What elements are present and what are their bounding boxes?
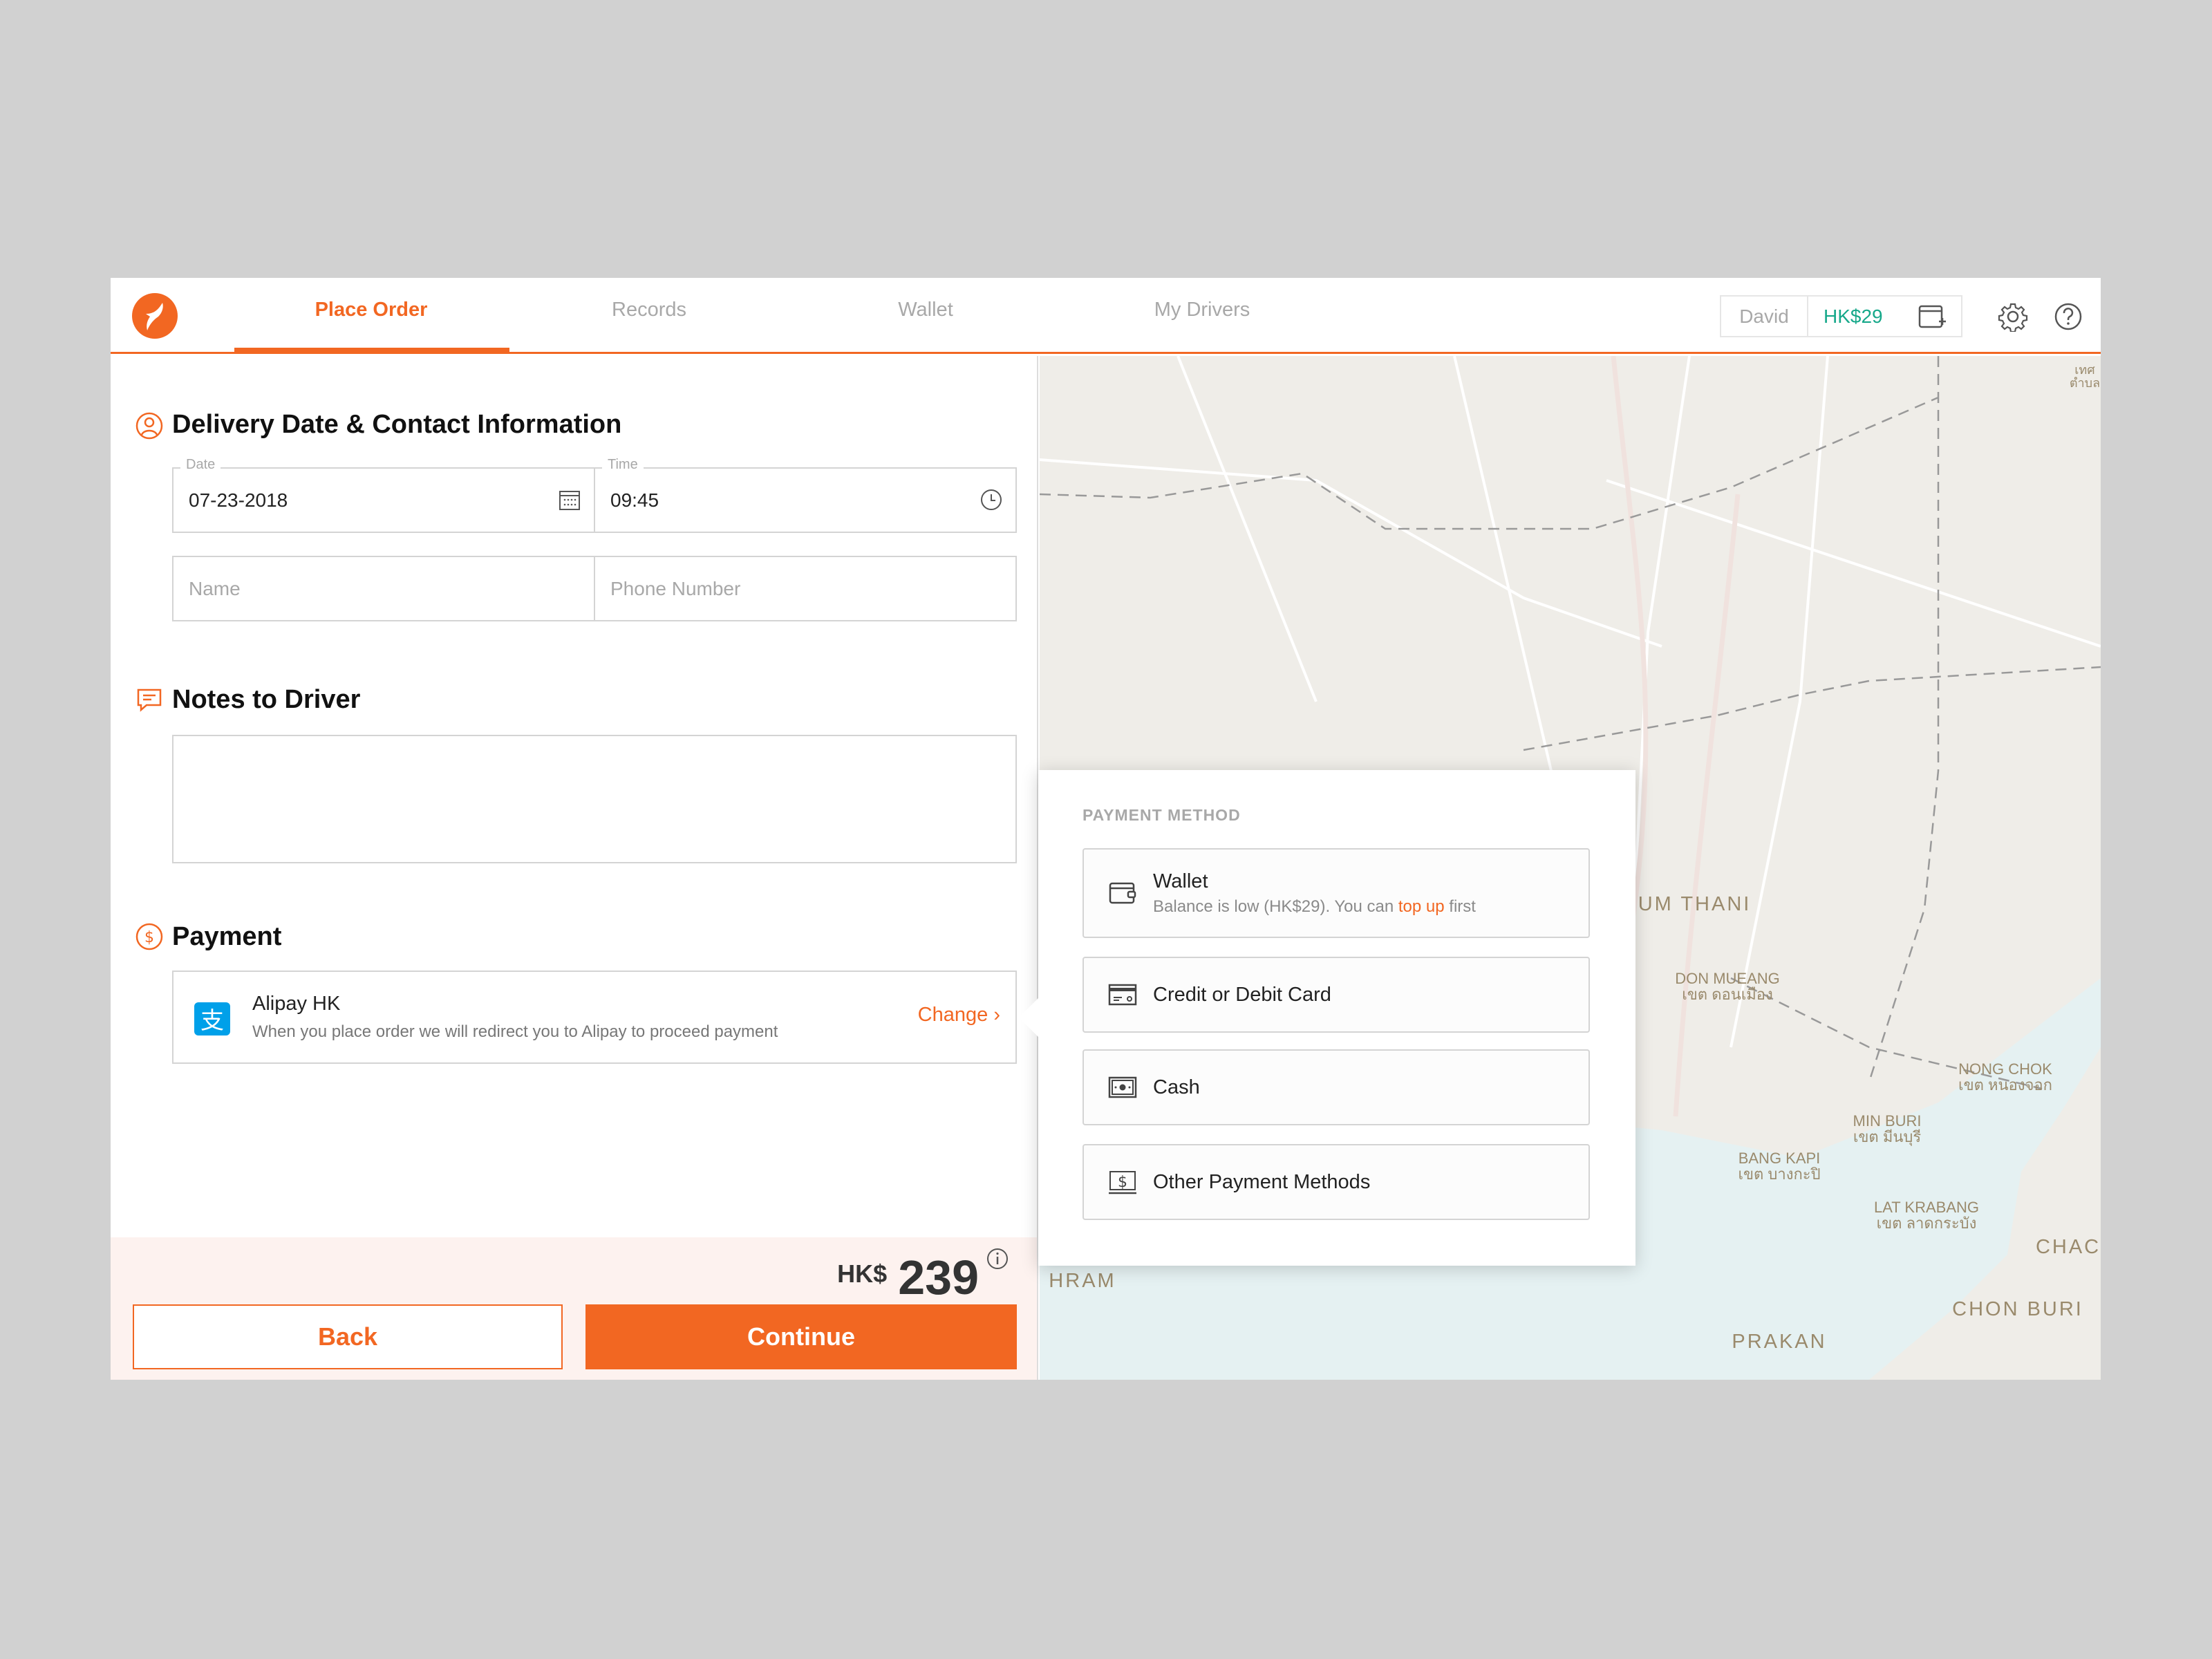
name-placeholder: Name	[189, 577, 241, 599]
date-value: 07-23-2018	[189, 489, 288, 511]
section-title-payment: Payment	[172, 922, 282, 951]
chevron-right-icon: ›	[993, 1004, 1000, 1026]
time-field[interactable]: 09:45	[594, 467, 1017, 533]
date-label: Date	[180, 457, 221, 473]
section-title-delivery: Delivery Date & Contact Information	[172, 410, 622, 439]
svg-text:$: $	[1118, 1174, 1127, 1191]
clock-icon[interactable]	[980, 488, 1003, 512]
wallet-balance: HK$29	[1824, 305, 1883, 327]
map-label-lat-krabang: LAT KRABANG เขต ลาดกระบัง	[1874, 1199, 1979, 1231]
map-label-bang-kapi: BANG KAPI เขต บางกะปิ	[1738, 1150, 1820, 1182]
map-label-th: เขต บางกะปิ	[1738, 1165, 1821, 1183]
payment-option-other[interactable]: $ Other Payment Methods	[1082, 1144, 1590, 1220]
map-label-th: เขต ดอนเมือง	[1682, 986, 1773, 1003]
popup-title: PAYMENT METHOD	[1082, 806, 1241, 824]
alipay-icon: 支	[194, 1002, 230, 1035]
tab-my-drivers[interactable]: My Drivers	[1154, 299, 1250, 321]
lalamove-logo-icon[interactable]	[132, 293, 178, 339]
map-label-en: DON MUEANG	[1675, 969, 1780, 987]
map-label-chon-buri: CHON BURI	[1952, 1297, 2083, 1320]
date-field[interactable]: 07-23-2018	[172, 467, 595, 533]
gear-icon[interactable]	[1998, 301, 2028, 332]
tab-place-order[interactable]: Place Order	[315, 299, 428, 321]
option-label: Other Payment Methods	[1153, 1170, 1371, 1193]
payment-method-name: Alipay HK	[252, 993, 341, 1015]
note-icon	[137, 688, 162, 712]
option-label: Cash	[1153, 1076, 1200, 1098]
svg-text:$: $	[144, 929, 154, 946]
currency: HK$	[837, 1259, 888, 1288]
map-label-th: ตำบล	[2069, 376, 2101, 390]
payment-option-cash[interactable]: Cash	[1082, 1049, 1590, 1125]
top-up-link[interactable]: top up	[1398, 897, 1445, 916]
map-label-nong-chok: NONG CHOK เขต หนองจอก	[1958, 1061, 2052, 1093]
continue-button[interactable]: Continue	[585, 1304, 1017, 1369]
back-button[interactable]: Back	[133, 1304, 563, 1369]
notes-textarea[interactable]	[172, 735, 1017, 863]
order-footer: HK$ 239 Back Continue	[111, 1237, 1037, 1380]
payment-option-card[interactable]: Credit or Debit Card	[1082, 957, 1590, 1033]
credit-card-icon	[1108, 984, 1137, 1006]
time-value: 09:45	[610, 489, 659, 511]
contact-icon	[135, 412, 163, 440]
map-label-don-mueang: DON MUEANG เขต ดอนเมือง	[1675, 971, 1780, 1002]
top-nav: Place Order Records Wallet My Drivers Da…	[111, 278, 2101, 354]
user-name[interactable]: David	[1721, 297, 1808, 336]
cash-icon	[1108, 1076, 1137, 1098]
tab-wallet[interactable]: Wallet	[898, 299, 953, 321]
map-label-en: LAT KRABANG	[1873, 1198, 1980, 1216]
option-label: Credit or Debit Card	[1153, 983, 1331, 1006]
map-label-th: เขต มีนบุรี	[1853, 1128, 1922, 1145]
map-label-en: MIN BURI	[1853, 1112, 1922, 1130]
change-payment-link[interactable]: Change ›	[918, 1004, 1000, 1027]
option-label: Wallet	[1153, 870, 1208, 892]
help-icon[interactable]	[2053, 301, 2083, 332]
wallet-icon	[1109, 882, 1136, 904]
name-input[interactable]: Name	[172, 556, 595, 621]
calendar-icon[interactable]	[558, 488, 581, 512]
amount: 239	[898, 1250, 979, 1304]
section-title-notes: Notes to Driver	[172, 685, 361, 714]
map-label-en: BANG KAPI	[1738, 1149, 1821, 1167]
selected-payment-card[interactable]: 支 Alipay HK When you place order we will…	[172, 971, 1017, 1064]
time-label: Time	[602, 457, 644, 473]
map-label-th: เขต ลาดกระบัง	[1876, 1215, 1977, 1232]
map-label-top-right: เทศ ตำบล	[2070, 364, 2100, 390]
active-tab-indicator	[234, 348, 509, 353]
total-price: HK$ 239	[837, 1247, 1009, 1305]
phone-input[interactable]: Phone Number	[594, 556, 1017, 621]
payment-method-popup: PAYMENT METHOD Wallet Balance is low (HK…	[1019, 770, 1635, 1266]
warning-text: Balance is low (HK$29). You can	[1153, 897, 1398, 916]
wallet-balance-warning: Balance is low (HK$29). You can top up f…	[1153, 897, 1476, 917]
map-label-th: เขต หนองจอก	[1958, 1076, 2052, 1094]
account-box: David HK$29	[1720, 295, 1962, 337]
dollar-icon: $	[135, 923, 163, 950]
warning-text: first	[1444, 897, 1476, 916]
payment-method-desc: When you place order we will redirect yo…	[252, 1022, 778, 1041]
map-label-prakan: PRAKAN	[1732, 1330, 1827, 1353]
phone-placeholder: Phone Number	[610, 577, 741, 599]
svg-text:支: 支	[200, 1007, 224, 1035]
map-label-en: NONG CHOK	[1958, 1060, 2052, 1078]
tab-records[interactable]: Records	[612, 299, 686, 321]
change-label: Change	[917, 1004, 988, 1026]
payment-option-wallet[interactable]: Wallet Balance is low (HK$29). You can t…	[1082, 848, 1590, 938]
map-label-chach: CHACH	[2035, 1235, 2101, 1258]
info-icon[interactable]	[986, 1247, 1009, 1271]
dollar-screen-icon: $	[1109, 1171, 1136, 1194]
wallet-topup-icon[interactable]	[1918, 303, 1947, 330]
map-label-th: เทศ	[2074, 363, 2095, 377]
map-label-min-buri: MIN BURI เขต มีนบุรี	[1853, 1113, 1922, 1145]
map-label-hram: HRAM	[1049, 1269, 1116, 1292]
order-form-panel: Delivery Date & Contact Information 07-2…	[111, 356, 1038, 1380]
